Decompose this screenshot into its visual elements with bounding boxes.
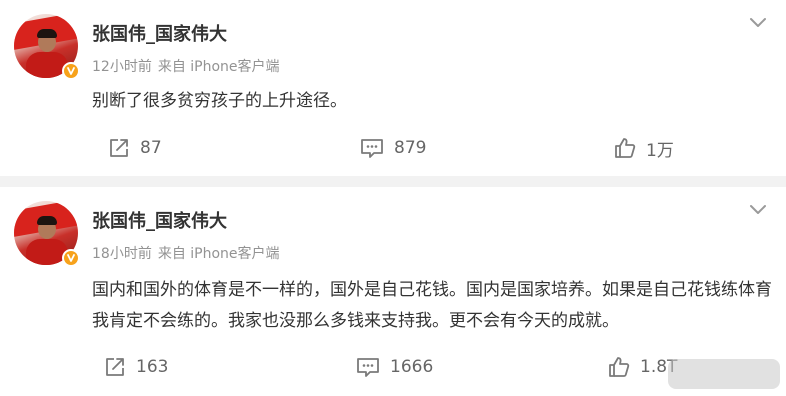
verified-badge-icon	[62, 62, 80, 80]
watermark	[668, 359, 780, 389]
post-time: 18小时前	[92, 246, 152, 262]
like-icon	[615, 138, 636, 158]
like-button[interactable]: 1万	[614, 134, 674, 162]
post-content: 别断了很多贫穷孩子的上升途径。	[92, 91, 347, 111]
post-meta: 18小时前 来自 iPhone客户端	[92, 243, 280, 263]
repost-button[interactable]: 163	[104, 353, 168, 381]
username[interactable]: 张国伟_国家伟大	[92, 207, 227, 233]
avatar[interactable]	[14, 14, 80, 80]
repost-icon	[106, 358, 124, 376]
post-meta: 12小时前 来自 iPhone客户端	[92, 56, 280, 76]
post-time: 12小时前	[92, 59, 152, 75]
comment-count: 1666	[390, 357, 434, 377]
repost-icon	[110, 139, 128, 157]
repost-count: 163	[136, 357, 169, 377]
comment-icon	[357, 358, 379, 377]
post-card: 张国伟_国家伟大 12小时前 来自 iPhone客户端 别断了很多贫穷孩子的上升途…	[0, 0, 786, 176]
verified-badge-icon	[62, 249, 80, 267]
like-button[interactable]: 1.8T	[608, 353, 677, 381]
repost-count: 87	[140, 138, 162, 158]
like-icon	[609, 357, 630, 377]
post-source: 来自 iPhone客户端	[157, 246, 280, 262]
comment-button[interactable]: 879	[360, 134, 426, 162]
like-count: 1万	[646, 140, 674, 161]
weibo-feed: 张国伟_国家伟大 12小时前 来自 iPhone客户端 别断了很多贫穷孩子的上升途…	[0, 0, 786, 396]
comment-button[interactable]: 1666	[356, 353, 433, 381]
post-divider	[0, 176, 786, 187]
repost-button[interactable]: 87	[108, 134, 162, 162]
username[interactable]: 张国伟_国家伟大	[92, 20, 227, 46]
avatar[interactable]	[14, 201, 80, 267]
chevron-down-icon[interactable]	[748, 203, 768, 217]
comment-count: 879	[394, 138, 427, 158]
comment-icon	[361, 139, 383, 158]
post-source: 来自 iPhone客户端	[157, 59, 280, 75]
post-content: 国内和国外的体育是不一样的，国外是自己花钱。国内是国家培养。如果是自己花钱练体育…	[92, 280, 772, 331]
post-actions: 87 879 1万	[0, 134, 786, 162]
chevron-down-icon[interactable]	[748, 16, 768, 30]
